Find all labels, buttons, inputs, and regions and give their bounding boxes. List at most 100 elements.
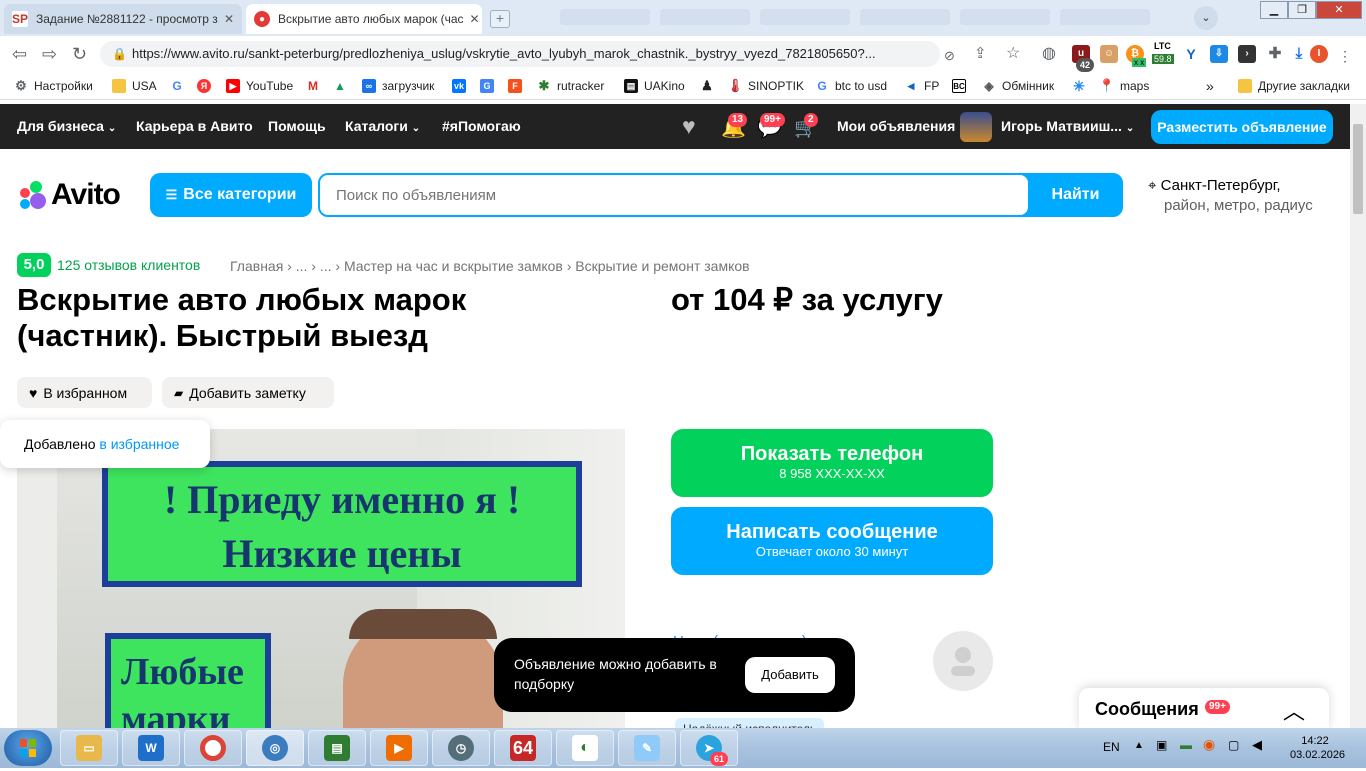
bookmark-sinoptik[interactable]: 🌡 SINOPTIK [727,77,804,95]
tray-app-icon[interactable]: ▬ [1180,738,1192,752]
messages-panel[interactable]: Сообщения 99+ ︿ [1079,688,1329,730]
bookmark-f[interactable]: F [508,77,528,95]
bookmark-drive[interactable]: ▲ [333,77,353,95]
console-icon[interactable]: › [1238,45,1256,63]
menu-dots-icon[interactable]: ⋮ [1338,46,1352,66]
tray-expand-icon[interactable]: ▲ [1134,740,1144,751]
all-categories-button[interactable]: ☰ Все категории [150,173,312,217]
bookmark-youtube[interactable]: ▶ YouTube [226,77,293,95]
tab-avito[interactable]: ● Вскрытие авто любых марок (час ✕ [246,4,482,34]
bookmark-star[interactable]: ✳ [1072,77,1092,95]
bookmark-google[interactable]: G [170,77,190,95]
taskbar-explorer[interactable]: ▭ [60,730,118,766]
show-phone-button[interactable]: Показать телефон 8 958 XXX-XX-XX [671,429,993,497]
extensions-puzzle-icon[interactable]: ✚ [1266,45,1284,63]
bookmark-maps[interactable]: 📍 maps [1099,77,1149,95]
downloads-icon[interactable]: ⤓ [1290,45,1308,63]
background-tab[interactable] [960,9,1050,25]
bookmark-settings[interactable]: ⚙ Настройки [14,77,93,95]
avito-logo[interactable]: Avito [17,178,121,212]
post-ad-button[interactable]: Разместить объявление [1151,110,1333,144]
taskbar-globe[interactable]: ◎ [246,730,304,766]
nav-for-business[interactable]: Для бизнеса ⌄ [17,118,116,134]
search-input[interactable] [320,175,1028,215]
my-ads-link[interactable]: Мои объявления [837,118,955,134]
taskbar-clock-app[interactable]: ◷ [432,730,490,766]
lock-icon[interactable]: 🔒 [112,41,127,67]
nav-career[interactable]: Карьера в Авито [136,118,253,134]
reload-icon[interactable]: ↻ [72,44,87,64]
favorites-link[interactable]: в избранное [99,436,179,452]
bookmark-vk[interactable]: vk [452,77,472,95]
page-scrollbar[interactable] [1350,104,1366,728]
bookmark-exchanger[interactable]: ◈ Обмінник [982,77,1054,95]
taskbar-64[interactable]: 64 [494,730,552,766]
other-bookmarks[interactable]: Другие закладки [1238,77,1350,95]
bookmark-uakino[interactable]: ▤ UAKino [624,77,685,95]
background-tab[interactable] [860,9,950,25]
chevron-up-icon[interactable]: ︿ [1283,694,1305,726]
background-tab[interactable] [760,9,850,25]
add-to-collection-button[interactable]: Добавить [745,657,835,693]
forward-arrow-icon[interactable]: ⇨ [42,44,57,64]
bookmark-star-icon[interactable]: ☆ [1006,44,1020,64]
address-bar[interactable]: 🔒 https://www.avito.ru/sankt-peterburg/p… [100,41,940,67]
taskbar-shield[interactable]: W [122,730,180,766]
taskbar-clock[interactable]: 14:22 03.02.2026 [1290,734,1345,762]
tray-monitor-icon[interactable]: ▢ [1228,738,1239,752]
taskbar-media[interactable]: ▶ [370,730,428,766]
bookmarks-more-icon[interactable]: » [1206,77,1214,95]
breadcrumb[interactable]: Главная › ... › ... › Мастер на час и вс… [230,258,750,274]
add-note-button[interactable]: ▰ Добавить заметку [162,377,334,408]
tab-close-icon[interactable]: ✕ [464,12,480,26]
nav-ya-pomogayu[interactable]: #яПомогаю [442,118,521,134]
background-tab[interactable] [1060,9,1150,25]
taskbar-notepad[interactable]: ✎ [618,730,676,766]
extension-face-icon[interactable]: ☺ [1100,45,1118,63]
scroll-thumb[interactable] [1353,124,1363,214]
language-indicator[interactable]: EN [1103,740,1120,754]
globe-icon[interactable]: ◍ [1042,44,1056,64]
tray-rss-icon[interactable]: ◉ [1203,736,1215,753]
search-button[interactable]: Найти [1030,175,1121,215]
close-window-button[interactable]: ✕ [1316,1,1362,19]
reviews-link[interactable]: 125 отзывов клиентов [57,257,200,273]
nav-catalogs[interactable]: Каталоги ⌄ [345,118,420,134]
start-button[interactable] [4,730,52,766]
bookmark-fp[interactable]: ◂ FP [904,77,939,95]
tab-task[interactable]: SP Задание №2881122 - просмотр з ✕ [4,4,242,34]
bookmark-bc[interactable]: BC [952,77,972,95]
favorite-button[interactable]: ♥ В избранном [17,377,152,408]
bookmark-person[interactable]: ♟ [700,77,720,95]
user-menu[interactable]: Игорь Матвииш... ⌄ [1001,118,1134,134]
bookmark-translate[interactable]: G [480,77,500,95]
bookmark-usa[interactable]: USA [112,77,157,95]
bookmark-yandex[interactable]: Я [197,77,217,95]
bookmark-loader[interactable]: ∞ загрузчик [362,77,434,95]
user-avatar[interactable] [960,112,992,142]
back-arrow-icon[interactable]: ⇦ [12,44,27,64]
share-icon[interactable]: ⇪ [974,44,987,64]
write-message-button[interactable]: Написать сообщение Отвечает около 30 мин… [671,507,993,575]
taskbar-chrome[interactable] [184,730,242,766]
new-tab-button[interactable]: + [490,10,510,28]
taskbar-app[interactable]: ▤ [308,730,366,766]
taskbar-chart-app[interactable]: ◐ [556,730,614,766]
tray-volume-icon[interactable]: ◀ [1252,737,1262,753]
bookmark-gmail[interactable]: M [306,77,326,95]
seller-avatar[interactable] [933,631,993,691]
taskbar-telegram[interactable]: ➤ [680,730,738,766]
tab-search-chevron-icon[interactable]: ⌄ [1194,6,1218,30]
bookmark-btc[interactable]: Gbtc to usd [815,77,887,95]
tab-close-icon[interactable]: ✕ [218,12,234,26]
vpn-icon[interactable]: Y [1182,45,1200,63]
background-tab[interactable] [560,9,650,25]
bookmark-rutracker[interactable]: ✱ rutracker [537,77,604,95]
block-icon[interactable]: ⊘ [944,46,955,66]
profile-avatar[interactable]: I [1310,45,1328,63]
minimize-button[interactable]: ▁ [1260,1,1288,19]
location-selector[interactable]: ⌖ Санкт-Петербург, район, метро, радиус [1148,176,1313,216]
maximize-button[interactable]: ❐ [1288,1,1316,19]
nav-help[interactable]: Помощь [268,118,326,134]
tray-network-icon[interactable]: ▣ [1156,738,1167,752]
